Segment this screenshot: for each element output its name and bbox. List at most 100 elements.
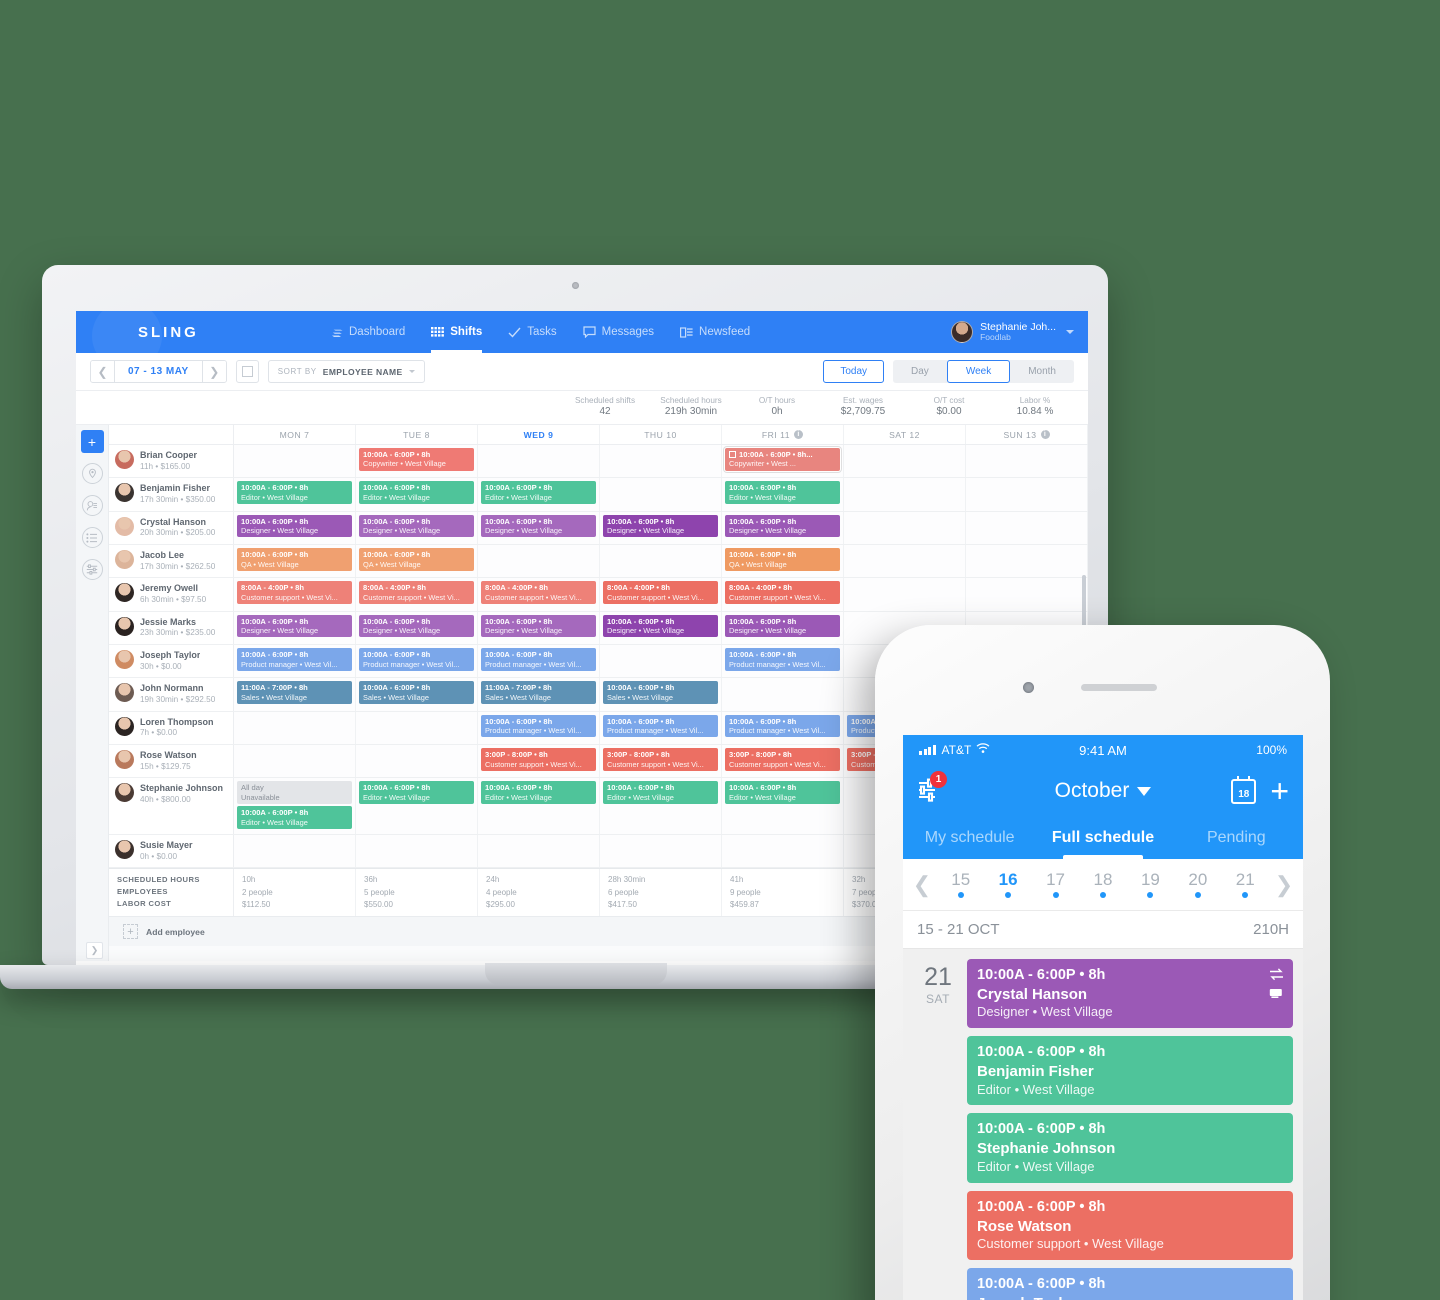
day-cell[interactable]: 10:00A - 6:00P • 8h Designer • West Villa… — [722, 511, 844, 545]
day-cell[interactable] — [844, 478, 966, 511]
day-header-3[interactable]: THU 10 — [600, 425, 722, 444]
day-cell[interactable] — [478, 445, 600, 478]
nav-item-tasks[interactable]: Tasks — [508, 311, 557, 353]
day-cell[interactable] — [234, 711, 356, 745]
employee-cell[interactable]: Stephanie Johnson 40h • $800.00 — [109, 778, 234, 834]
day-cell[interactable] — [356, 834, 478, 868]
tab-pending[interactable]: Pending — [1170, 817, 1303, 859]
shift-block[interactable]: 8:00A - 4:00P • 8h Customer support • Wes… — [481, 581, 596, 605]
list-item[interactable]: 10:00A - 6:00P • 8h Rose Watson Customer s… — [967, 1190, 1293, 1260]
day-header-6[interactable]: SUN 13 i — [966, 425, 1088, 444]
day-cell[interactable]: 3:00P - 8:00P • 8h Customer support • Wes… — [478, 745, 600, 778]
shift-block[interactable]: 10:00A - 6:00P • 8h Product manager • Wes… — [481, 714, 596, 738]
shift-block[interactable]: 10:00A - 6:00P • 8h Product manager • Wes… — [359, 648, 474, 671]
shift-block[interactable]: 10:00A - 6:00P • 8h Editor • West Village — [603, 781, 718, 805]
shift-block[interactable]: 10:00A - 6:00P • 8h Editor • West Village — [481, 781, 596, 805]
shift-block[interactable]: 10:00A - 6:00P • 8h QA • West Village — [725, 548, 840, 571]
day-cell[interactable]: 10:00A - 6:00P • 8h Product manager • Wes… — [478, 711, 600, 745]
shift-block[interactable]: 8:00A - 4:00P • 8h Customer support • Wes… — [725, 581, 840, 605]
employee-cell[interactable]: Jacob Lee 17h 30min • $262.50 — [109, 545, 234, 578]
day-cell[interactable] — [356, 745, 478, 778]
shift-block[interactable]: 10:00A - 6:00P • 8h Product manager • Wes… — [725, 714, 840, 738]
day-cell[interactable] — [966, 478, 1088, 511]
date-item-18[interactable]: 18 — [1094, 870, 1112, 899]
day-cell[interactable]: 10:00A - 6:00P • 8h... Copywriter • West … — [722, 445, 844, 478]
day-header-0[interactable]: MON 7 — [234, 425, 356, 444]
day-cell[interactable]: 10:00A - 6:00P • 8h QA • West Village — [722, 545, 844, 578]
shift-block[interactable]: 10:00A - 6:00P • 8h Product manager • Wes… — [603, 714, 718, 738]
day-cell[interactable] — [600, 834, 722, 868]
shift-block[interactable]: 10:00A - 6:00P • 8h Designer • West Villa… — [481, 614, 596, 638]
shift-block[interactable]: 8:00A - 4:00P • 8h Customer support • Wes… — [603, 581, 718, 605]
employee-cell[interactable]: Brian Cooper 11h • $165.00 — [109, 445, 234, 478]
day-cell[interactable]: 8:00A - 4:00P • 8h Customer support • Wes… — [356, 578, 478, 611]
day-cell[interactable]: 10:00A - 6:00P • 8h Designer • West Villa… — [356, 511, 478, 545]
day-cell[interactable] — [600, 445, 722, 478]
day-cell[interactable]: 10:00A - 6:00P • 8h Editor • West Village — [722, 778, 844, 834]
day-cell[interactable] — [722, 834, 844, 868]
day-header-4[interactable]: FRI 11 i — [722, 425, 844, 444]
day-cell[interactable]: 10:00A - 6:00P • 8h Designer • West Villa… — [356, 611, 478, 645]
day-cell[interactable] — [600, 478, 722, 511]
shift-block[interactable]: 10:00A - 6:00P • 8h Editor • West Village — [237, 806, 352, 829]
person-icon[interactable] — [81, 495, 103, 516]
employee-cell[interactable]: Benjamin Fisher 17h 30min • $350.00 — [109, 478, 234, 511]
week-range-label[interactable]: 07 - 13 MAY — [115, 361, 202, 382]
nav-item-messages[interactable]: Messages — [583, 311, 654, 353]
shift-block[interactable]: 10:00A - 6:00P • 8h QA • West Village — [359, 548, 474, 571]
day-cell[interactable]: 10:00A - 6:00P • 8h Product manager • Wes… — [478, 645, 600, 678]
list-icon[interactable] — [81, 527, 103, 548]
employee-cell[interactable]: John Normann 19h 30min • $292.50 — [109, 678, 234, 711]
user-menu[interactable]: Stephanie Joh... Foodlab — [951, 321, 1074, 343]
prev-week-button[interactable]: ❮ — [907, 872, 937, 898]
day-cell[interactable] — [478, 834, 600, 868]
day-cell[interactable]: 10:00A - 6:00P • 8h Designer • West Villa… — [600, 611, 722, 645]
shift-block[interactable]: 10:00A - 6:00P • 8h Sales • West Village — [603, 681, 718, 705]
day-cell[interactable]: 10:00A - 6:00P • 8h Editor • West Village — [478, 778, 600, 834]
day-cell[interactable]: 10:00A - 6:00P • 8h Editor • West Village — [478, 478, 600, 511]
day-cell[interactable] — [600, 645, 722, 678]
day-cell[interactable]: 3:00P - 8:00P • 8h Customer support • Wes… — [600, 745, 722, 778]
tab-full-schedule[interactable]: Full schedule — [1036, 817, 1169, 859]
employee-cell[interactable]: Loren Thompson 7h • $0.00 — [109, 711, 234, 745]
shift-block[interactable]: 10:00A - 6:00P • 8h Product manager • Wes… — [237, 648, 352, 671]
shift-block[interactable]: 10:00A - 6:00P • 8h Designer • West Villa… — [725, 514, 840, 538]
day-cell[interactable]: 10:00A - 6:00P • 8h Sales • West Village — [600, 678, 722, 711]
shift-block[interactable]: 3:00P - 8:00P • 8h Customer support • Wes… — [603, 748, 718, 771]
date-item-17[interactable]: 17 — [1046, 870, 1065, 899]
day-cell[interactable] — [966, 445, 1088, 478]
shift-block[interactable]: 10:00A - 6:00P • 8h Designer • West Villa… — [359, 614, 474, 638]
day-cell[interactable] — [234, 445, 356, 478]
day-cell[interactable] — [478, 545, 600, 578]
shift-block[interactable]: 10:00A - 6:00P • 8h Editor • West Village — [725, 481, 840, 505]
day-header-1[interactable]: TUE 8 — [356, 425, 478, 444]
swap-shift-icon[interactable] — [1269, 968, 1284, 981]
nav-item-shifts[interactable]: Shifts — [431, 311, 482, 353]
day-cell[interactable]: 10:00A - 6:00P • 8h QA • West Village — [234, 545, 356, 578]
day-cell[interactable]: 10:00A - 6:00P • 8h Designer • West Villa… — [234, 511, 356, 545]
shift-block[interactable]: 10:00A - 6:00P • 8h Designer • West Villa… — [725, 614, 840, 638]
shift-block[interactable]: 3:00P - 8:00P • 8h Customer support • Wes… — [725, 748, 840, 771]
employee-cell[interactable]: Susie Mayer 0h • $0.00 — [109, 834, 234, 868]
unavailable-block[interactable]: All day Unavailable — [237, 781, 352, 805]
shift-block[interactable]: 10:00A - 6:00P • 8h Editor • West Village — [481, 481, 596, 505]
selected-checkbox-icon[interactable] — [729, 451, 736, 458]
collapse-panel-button[interactable]: ❯ — [86, 942, 103, 959]
sort-by-dropdown[interactable]: SORT BY EMPLOYEE NAME — [267, 360, 425, 383]
day-cell[interactable] — [600, 545, 722, 578]
shift-block[interactable]: 8:00A - 4:00P • 8h Customer support • Wes… — [237, 581, 352, 605]
add-shift-button[interactable]: + — [80, 430, 104, 453]
day-cell[interactable]: 3:00P - 8:00P • 8h Customer support • Wes… — [722, 745, 844, 778]
day-cell[interactable]: 10:00A - 6:00P • 8h Product manager • Wes… — [234, 645, 356, 678]
employee-cell[interactable]: Joseph Taylor 30h • $0.00 — [109, 645, 234, 678]
day-cell[interactable]: 10:00A - 6:00P • 8h Editor • West Village — [234, 478, 356, 511]
list-item[interactable]: 10:00A - 6:00P • 8h Benjamin Fisher Editor… — [967, 1036, 1293, 1106]
tab-my-schedule[interactable]: My schedule — [903, 817, 1036, 859]
day-cell[interactable] — [844, 578, 966, 611]
day-cell[interactable]: 10:00A - 6:00P • 8h Designer • West Villa… — [478, 611, 600, 645]
list-item[interactable]: 10:00A - 6:00P • 8h Stephanie Johnson Edit… — [967, 1113, 1293, 1183]
day-cell[interactable]: 10:00A - 6:00P • 8h Editor • West Village — [356, 778, 478, 834]
next-week-button[interactable]: ❯ — [201, 361, 226, 382]
day-cell[interactable]: 10:00A - 6:00P • 8h Product manager • Wes… — [722, 711, 844, 745]
day-header-5[interactable]: SAT 12 — [844, 425, 966, 444]
